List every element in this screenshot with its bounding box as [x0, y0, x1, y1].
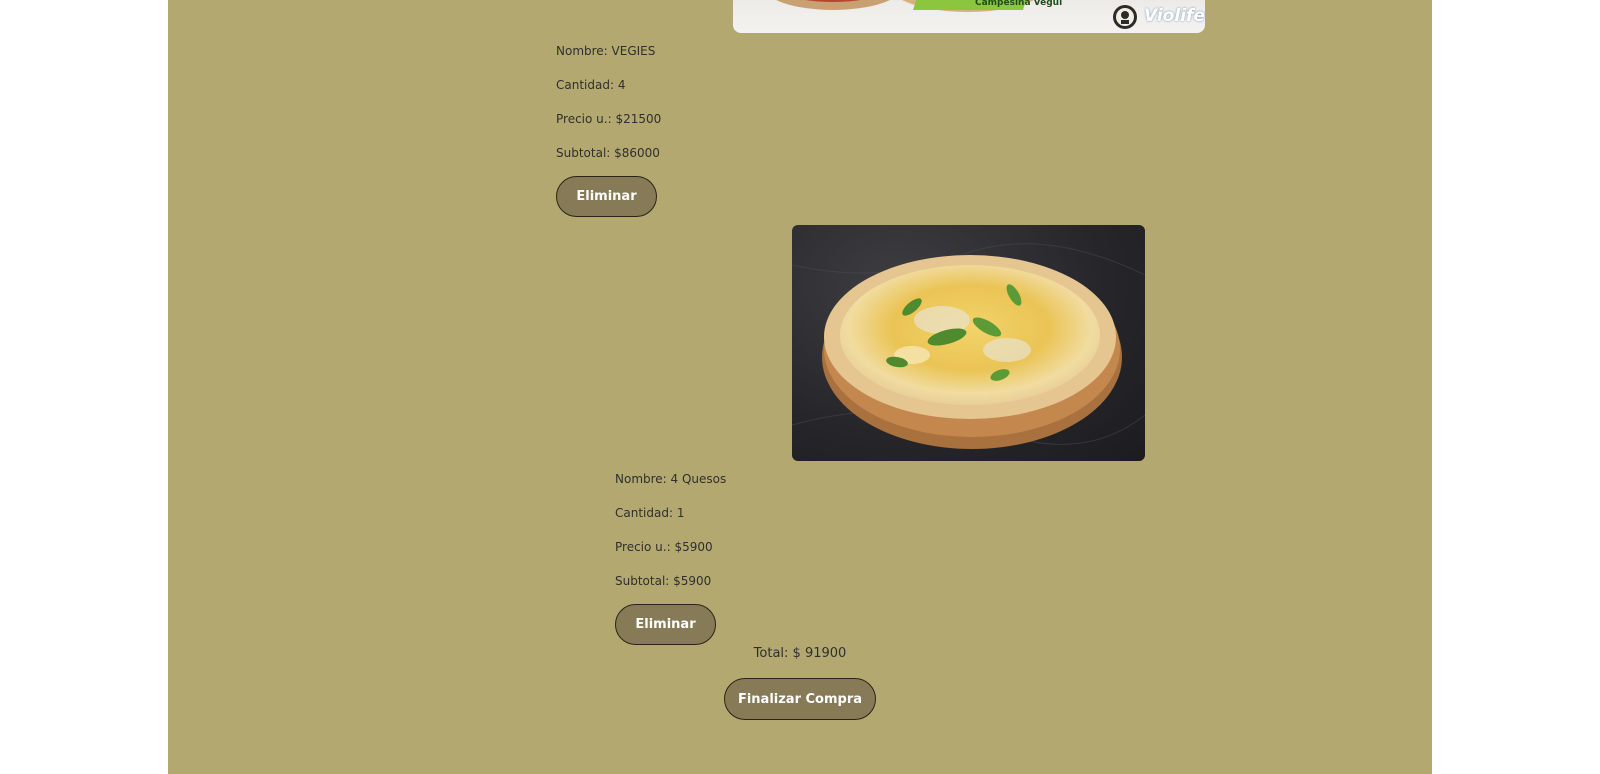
cart-total: Total: $ 91900: [753, 646, 847, 661]
product-image-4-quesos: [792, 225, 1145, 461]
item-subtotal: Subtotal: $86000: [556, 146, 660, 160]
product-image-brand: Violife: [1144, 6, 1205, 26]
product-image-vegies: Campesina Vegui Violife: [733, 0, 1205, 33]
delete-item-button[interactable]: Eliminar: [615, 604, 716, 645]
delete-item-button[interactable]: Eliminar: [556, 176, 657, 217]
item-name: Nombre: 4 Quesos: [615, 472, 727, 486]
item-unit-price: Precio u.: $21500: [556, 112, 662, 126]
item-quantity: Cantidad: 1: [615, 506, 685, 520]
item-quantity: Cantidad: 4: [556, 78, 626, 92]
product-image-4-quesos-graphic: [792, 243, 1145, 449]
item-name: Nombre: VEGIES: [556, 44, 656, 58]
product-image-caption: Campesina Vegui: [975, 0, 1063, 8]
item-subtotal: Subtotal: $5900: [615, 574, 712, 588]
checkout-button[interactable]: Finalizar Compra: [724, 678, 876, 720]
item-unit-price: Precio u.: $5900: [615, 540, 713, 554]
product-image-vegies-graphic: [776, 0, 1137, 29]
cart-page: Campesina Vegui Violife Nombre: VEGIES C…: [168, 0, 1432, 774]
